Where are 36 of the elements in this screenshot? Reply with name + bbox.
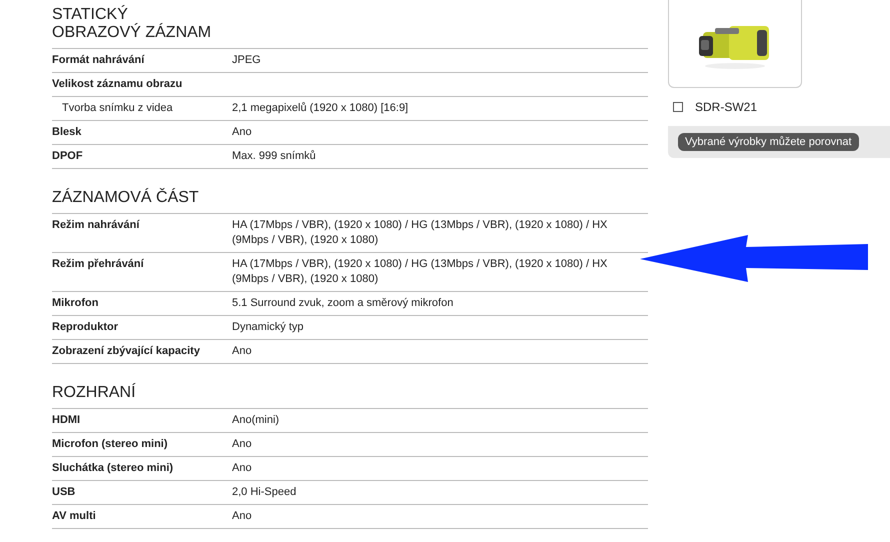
- spec-label: Mikrofon: [52, 297, 98, 309]
- spec-value: Ano(mini): [232, 413, 280, 428]
- spec-value: Dynamický typ: [232, 320, 305, 335]
- spec-label: DPOF: [52, 150, 83, 162]
- spec-value: 5.1 Surround zvuk, zoom a směrový mikrofon: [232, 296, 454, 311]
- compare-checkbox[interactable]: [673, 102, 683, 112]
- spec-label: USB: [52, 486, 76, 498]
- spec-value: Max. 999 snímků: [232, 149, 317, 164]
- spec-value: Ano: [232, 344, 253, 359]
- spec-value: Ano: [232, 461, 253, 476]
- spec-value: 2,1 megapixelů (1920 x 1080) [16:9]: [232, 101, 410, 116]
- section-heading: STATICKÝ OBRAZOVÝ ZÁZNAM: [52, 6, 212, 43]
- spec-label: Tvorba snímku z videa: [61, 102, 173, 114]
- spec-value: Ano: [232, 437, 253, 452]
- spec-label: Microfon (stereo mini): [52, 438, 168, 450]
- arrow-icon: [640, 235, 870, 283]
- spec-label: AV multi: [52, 510, 96, 522]
- spec-value: HA (17Mbps / VBR), (1920 x 1080) / HG (13Mbps / VBR), (1920 x 1080) / HX (9Mbps / VBR), (1920 x 1080): [232, 257, 608, 287]
- spec-label: Režim nahrávání: [52, 219, 140, 231]
- spec-label: Sluchátka (stereo mini): [52, 462, 174, 474]
- spec-value: JPEG: [232, 53, 262, 68]
- product-name: SDR-SW21: [695, 99, 758, 116]
- spec-label: Velikost záznamu obrazu: [52, 78, 182, 90]
- spec-value: HA (17Mbps / VBR), (1920 x 1080) / HG (13Mbps / VBR), (1920 x 1080) / HX (9Mbps / VBR), (1920 x 1080): [232, 218, 608, 248]
- spec-label: Blesk: [52, 126, 82, 138]
- spec-value: 2,0 Hi-Speed: [232, 485, 298, 500]
- spec-label: HDMI: [52, 414, 80, 426]
- spec-label: Zobrazení zbývající kapacity: [52, 345, 200, 357]
- spec-value: Ano: [232, 125, 253, 140]
- spec-label: Reproduktor: [52, 321, 118, 333]
- spec-value: Ano: [232, 509, 253, 524]
- spec-label: Režim přehrávání: [52, 258, 144, 270]
- section-heading: ZÁZNAMOVÁ ČÁST: [52, 189, 199, 208]
- section-heading: ROZHRANÍ: [52, 384, 136, 403]
- spec-label: Formát nahrávání: [52, 54, 144, 66]
- compare-button[interactable]: Vybrané výrobky můžete porovnat: [678, 133, 859, 151]
